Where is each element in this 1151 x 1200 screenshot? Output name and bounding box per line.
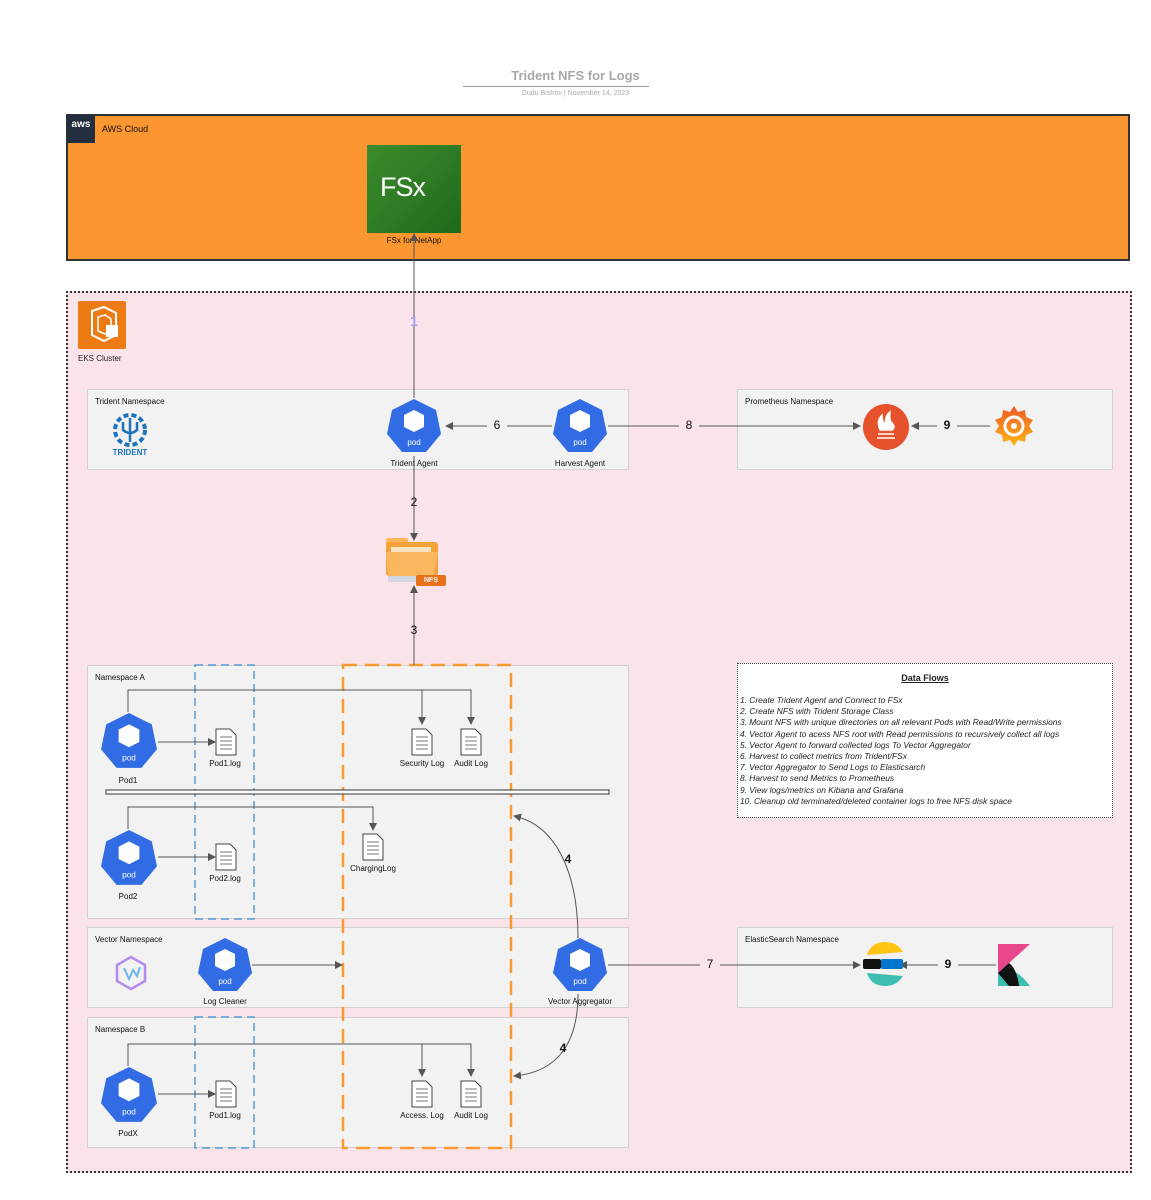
flow-number-6: 6 — [487, 418, 507, 432]
flow-number-9b: 9 — [938, 957, 958, 971]
pod-text: pod — [407, 438, 420, 447]
vector-aggregator-pod-icon: pod — [552, 937, 608, 993]
flow-4a-curve — [513, 813, 579, 939]
data-flow-item: 10. Cleanup old terminated/deleted conta… — [740, 795, 1012, 806]
vector-aggregator-label: Vector Aggregator — [547, 997, 613, 1006]
data-flow-item: 3. Mount NFS with unique directories on … — [740, 717, 1062, 728]
podx-pod-icon: pod — [100, 1066, 158, 1124]
file-icon — [215, 843, 237, 871]
file-icon — [215, 1080, 237, 1108]
grafana-icon — [991, 403, 1037, 449]
pod2-pod-icon: pod — [100, 829, 158, 887]
pod-text: pod — [122, 1108, 136, 1117]
file-label: Pod1.log — [209, 1111, 241, 1120]
data-flow-item: 4. Vector Agent to acess NFS root with R… — [740, 728, 1060, 739]
file-label: Pod1.log — [209, 759, 241, 768]
flow-4b-curve — [513, 993, 579, 1080]
elasticsearch-icon — [861, 940, 907, 988]
pod2-label: Pod2 — [118, 892, 138, 901]
flow-number-4a: 4 — [564, 852, 572, 866]
file-icon — [460, 728, 482, 756]
pod-text: pod — [122, 871, 136, 880]
data-flow-item: 7. Vector Aggregator to Send Logs to Ela… — [740, 762, 926, 773]
log-cleaner-pod-icon: pod — [197, 937, 253, 993]
flow-number-7: 7 — [700, 957, 720, 971]
pod-text: pod — [218, 977, 231, 986]
harvest-agent-pod-icon: pod — [552, 398, 608, 454]
data-flow-item: 5. Vector Agent to forward collected log… — [740, 739, 971, 750]
harvest-agent-label: Harvest Agent — [554, 459, 606, 468]
pod2-charging-line — [127, 806, 377, 831]
flow-number-4b: 4 — [559, 1041, 567, 1055]
flow-number-2: 2 — [410, 495, 418, 509]
file-label: ChargingLog — [350, 864, 396, 873]
prometheus-icon — [862, 403, 910, 451]
pod-text: pod — [573, 977, 586, 986]
data-flow-item: 1. Create Trident Agent and Connect to F… — [740, 695, 903, 705]
file-icon — [411, 728, 433, 756]
flow-number-9a: 9 — [937, 418, 957, 432]
pod1-pod-icon: pod — [100, 712, 158, 770]
flow-number-1: 1 — [410, 313, 418, 329]
pod1-label: Pod1 — [118, 776, 138, 785]
kibana-icon — [997, 943, 1031, 987]
file-icon — [460, 1080, 482, 1108]
nfs-badge: NFS — [416, 575, 446, 586]
data-flows-title: Data Flows — [901, 673, 949, 683]
file-label: Audit Log — [454, 1111, 488, 1120]
file-icon — [215, 728, 237, 756]
file-icon — [362, 833, 384, 861]
trident-agent-label: Trident Agent — [390, 459, 438, 468]
pod-text: pod — [122, 754, 136, 763]
vector-logo-icon — [113, 955, 149, 991]
data-flow-item: 8. Harvest to send Metrics to Prometheus — [740, 773, 895, 784]
file-label: Pod2.log — [209, 874, 241, 883]
flow-number-3: 3 — [410, 623, 418, 637]
flow-number-8: 8 — [679, 418, 699, 432]
data-flow-item: 2. Create NFS with Trident Storage Class — [740, 706, 894, 717]
pod1-audit-line — [127, 689, 475, 725]
podx-label: PodX — [118, 1129, 138, 1138]
trident-agent-pod-icon: pod — [386, 398, 442, 454]
log-cleaner-label: Log Cleaner — [203, 997, 247, 1006]
pod-text: pod — [573, 438, 586, 447]
pod-separator — [105, 789, 610, 795]
podx-audit-line — [127, 1043, 475, 1077]
file-icon — [411, 1080, 433, 1108]
data-flow-item: 6. Harvest to collect metrics from Tride… — [740, 751, 907, 762]
data-flows-list: 1. Create Trident Agent and Connect to F… — [740, 695, 1112, 807]
trident-logo-text: TRIDENT — [112, 448, 148, 457]
data-flow-item: 9. View logs/metrics on Kibana and Grafa… — [740, 784, 904, 795]
file-label: Audit Log — [454, 759, 488, 768]
connectors-layer — [105, 233, 996, 1150]
